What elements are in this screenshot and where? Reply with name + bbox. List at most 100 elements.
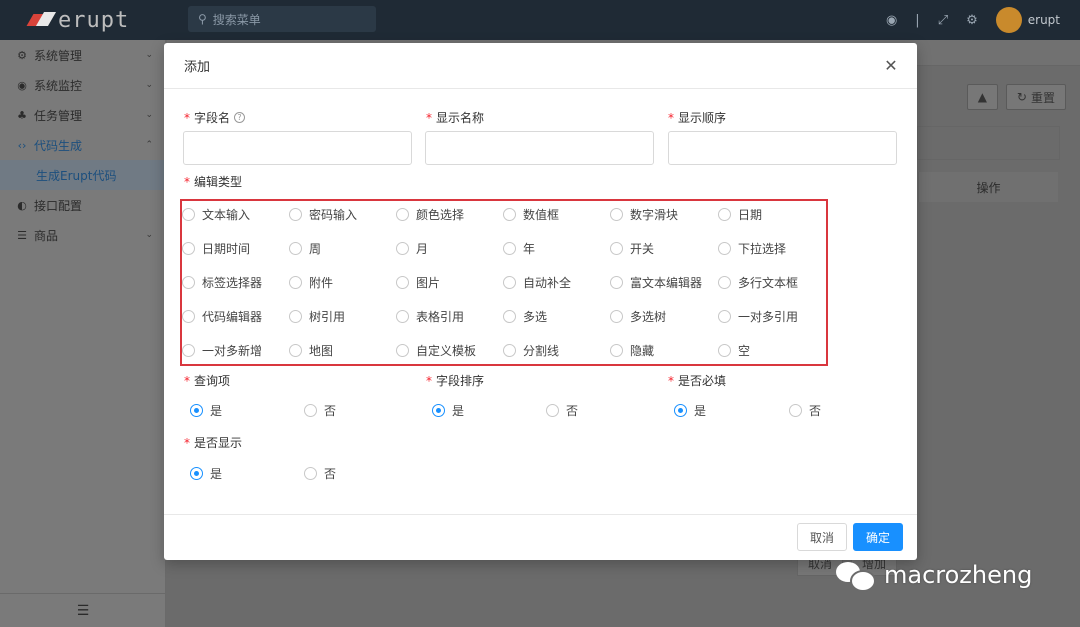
task-icon: ♣ [17, 108, 27, 122]
edit-type-option[interactable]: 附件 [289, 274, 333, 291]
edit-type-radio-group: 文本输入 密码输入 颜色选择 数值框 数字滑块 日期日期时间 周 月 年 开关 下拉选择标签选择器 附… [180, 199, 828, 366]
radio-label: 是 [210, 467, 223, 481]
cancel-button[interactable]: 取消 [797, 523, 847, 551]
radio-icon [182, 242, 195, 255]
radio-label: 是 [452, 404, 465, 418]
query-item-yes[interactable]: 是 [190, 402, 222, 419]
confirm-button[interactable]: 确定 [853, 523, 903, 551]
sidebar-item-codegen[interactable]: ‹› 代码生成 ⌃ [0, 130, 165, 160]
edit-type-option[interactable]: 月 [396, 240, 428, 257]
edit-type-option[interactable]: 数值框 [503, 206, 559, 223]
display-order-text: 显示顺序 [678, 111, 727, 125]
edit-type-option[interactable]: 多选 [503, 308, 547, 325]
edit-type-option[interactable]: 密码输入 [289, 206, 357, 223]
required-no[interactable]: 否 [789, 402, 821, 419]
required-mark: * [184, 110, 190, 125]
sidebar-item-task[interactable]: ♣ 任务管理 ⌄ [0, 100, 165, 130]
edit-type-option[interactable]: 多行文本框 [718, 274, 798, 291]
edit-type-option[interactable]: 周 [289, 240, 321, 257]
radio-label: 一对多引用 [738, 310, 799, 324]
edit-type-option[interactable]: 隐藏 [610, 342, 654, 359]
settings-icon[interactable]: ⚙ [966, 13, 978, 28]
edit-type-option[interactable]: 图片 [396, 274, 440, 291]
query-item-no[interactable]: 否 [304, 402, 336, 419]
radio-icon [182, 344, 195, 357]
radio-label: 多行文本框 [738, 276, 799, 290]
edit-type-option[interactable]: 自动补全 [503, 274, 571, 291]
edit-type-option[interactable]: 分割线 [503, 342, 559, 359]
edit-type-option[interactable]: 表格引用 [396, 308, 464, 325]
logo-text: erupt [58, 7, 130, 33]
chevron-down-icon: ⌄ [145, 50, 153, 60]
list-icon: ☰ [17, 228, 27, 242]
collapse-menu-icon[interactable]: ☰ [0, 593, 166, 627]
radio-icon [610, 344, 623, 357]
edit-type-option[interactable]: 一对多新增 [182, 342, 262, 359]
user-name[interactable]: erupt [1028, 13, 1060, 27]
display-order-input[interactable] [668, 131, 897, 165]
radio-label: 数值框 [523, 208, 560, 222]
sidebar-item-label: 任务管理 [34, 108, 83, 123]
sidebar-item-monitor[interactable]: ◉ 系统监控 ⌄ [0, 70, 165, 100]
edit-type-option[interactable]: 数字滑块 [610, 206, 678, 223]
avatar[interactable] [995, 7, 1022, 33]
edit-type-option[interactable]: 文本输入 [182, 206, 250, 223]
radio-icon [396, 242, 409, 255]
menu-search[interactable]: ⚲ 搜索菜单 [188, 6, 376, 32]
display-name-input[interactable] [425, 131, 654, 165]
radio-icon [396, 344, 409, 357]
sidebar-item-goods[interactable]: ☰ 商品 ⌄ [0, 220, 165, 250]
field-sort-yes[interactable]: 是 [432, 402, 464, 419]
radio-label: 密码输入 [309, 208, 358, 222]
radio-label: 代码编辑器 [202, 310, 263, 324]
table-toolbar: ▲ ↻ 重置 [966, 84, 1066, 110]
sidebar-item-label: 系统监控 [34, 78, 83, 93]
edit-type-option[interactable]: 代码编辑器 [182, 308, 262, 325]
edit-type-option[interactable]: 多选树 [610, 308, 666, 325]
field-sort-no[interactable]: 否 [546, 402, 578, 419]
sidebar-item-system[interactable]: ⚙ 系统管理 ⌄ [0, 40, 165, 70]
chevron-up-icon: ⌃ [145, 140, 153, 150]
required-yes[interactable]: 是 [674, 402, 706, 419]
radio-icon [289, 310, 302, 323]
edit-type-option[interactable]: 年 [503, 240, 535, 257]
edit-type-option[interactable]: 空 [718, 342, 750, 359]
close-icon[interactable]: ✕ [881, 56, 901, 76]
radio-label: 地图 [309, 344, 334, 358]
sidebar: ⚙ 系统管理 ⌄ ◉ 系统监控 ⌄ ♣ 任务管理 ⌄ ‹› 代码生成 ⌃ 生成E… [0, 40, 166, 627]
collapse-button[interactable]: ▲ [966, 84, 998, 110]
show-no[interactable]: 否 [304, 465, 336, 482]
edit-type-option[interactable]: 一对多引用 [718, 308, 798, 325]
edit-type-option[interactable]: 日期时间 [182, 240, 250, 257]
radio-icon [182, 276, 195, 289]
radio-icon [718, 208, 731, 221]
sidebar-subitem-generate[interactable]: 生成Erupt代码 [0, 160, 165, 190]
radio-icon [718, 310, 731, 323]
show-yes[interactable]: 是 [190, 465, 222, 482]
edit-type-option[interactable]: 下拉选择 [718, 240, 786, 257]
radio-label: 自定义模板 [416, 344, 477, 358]
edit-type-option[interactable]: 标签选择器 [182, 274, 262, 291]
radio-label: 表格引用 [416, 310, 465, 324]
app-logo[interactable]: erupt [30, 6, 129, 34]
field-name-label: * 字段名 ? [184, 109, 246, 126]
edit-type-option[interactable]: 颜色选择 [396, 206, 464, 223]
reset-button[interactable]: ↻ 重置 [1005, 84, 1066, 110]
github-icon[interactable]: ◉ [886, 13, 897, 28]
edit-type-option[interactable]: 富文本编辑器 [610, 274, 702, 291]
edit-type-option[interactable]: 日期 [718, 206, 762, 223]
help-icon[interactable]: ? [234, 112, 246, 123]
edit-type-option[interactable]: 自定义模板 [396, 342, 476, 359]
edit-type-option[interactable]: 树引用 [289, 308, 345, 325]
radio-label: 否 [566, 404, 579, 418]
radio-icon [396, 276, 409, 289]
reset-label: 重置 [1030, 90, 1055, 105]
edit-type-option[interactable]: 地图 [289, 342, 333, 359]
radio-label: 空 [738, 344, 751, 358]
topbar-actions: ◉ | ⤢ ⚙ erupt [886, 6, 1060, 34]
field-name-input[interactable] [183, 131, 412, 165]
fullscreen-icon[interactable]: ⤢ [938, 13, 948, 28]
edit-type-option[interactable]: 开关 [610, 240, 654, 257]
sidebar-item-api[interactable]: ◐ 接口配置 [0, 190, 165, 220]
search-placeholder: 搜索菜单 [212, 12, 261, 27]
